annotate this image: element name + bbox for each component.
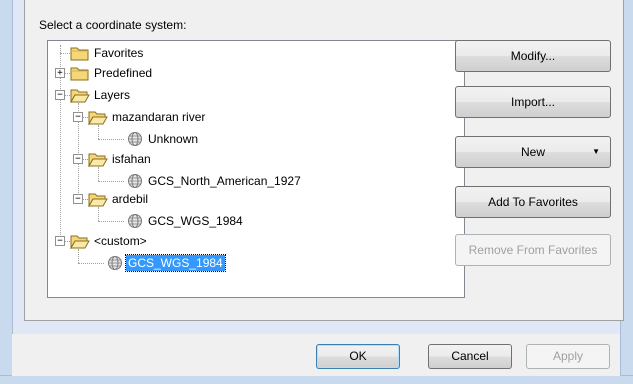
remove-from-favorites-label: Remove From Favorites — [468, 243, 598, 257]
dropdown-arrow-icon: ▼ — [592, 147, 600, 156]
tree-line — [98, 207, 99, 221]
open-folder-icon — [70, 89, 90, 103]
cancel-button[interactable]: Cancel — [428, 344, 512, 369]
collapse-toggle-icon[interactable]: − — [55, 90, 65, 100]
tree-item-mazandaran-river[interactable]: mazandaran river — [112, 109, 205, 125]
open-folder-icon — [88, 193, 108, 207]
open-folder-icon — [70, 235, 90, 249]
globe-icon — [108, 256, 122, 270]
tree-item-layers[interactable]: Layers — [94, 87, 130, 103]
coordinate-system-panel: Select a coordinate system: Favorites + — [24, 0, 624, 321]
tree-line — [78, 263, 104, 264]
modify-button-label: Modify... — [510, 49, 556, 63]
window-frame-left — [0, 0, 13, 384]
tree-line — [98, 125, 99, 139]
tree-item-unknown[interactable]: Unknown — [148, 131, 198, 147]
folder-icon — [70, 67, 89, 81]
coordinate-system-tree[interactable]: Favorites + Predefined − Layers − mazand… — [47, 40, 465, 298]
globe-icon — [128, 214, 142, 228]
collapse-toggle-icon[interactable]: − — [73, 154, 83, 164]
remove-from-favorites-button[interactable]: Remove From Favorites — [455, 234, 611, 266]
collapse-toggle-icon[interactable]: − — [73, 112, 83, 122]
modify-button[interactable]: Modify... — [455, 40, 611, 72]
tree-item-custom[interactable]: <custom> — [94, 233, 147, 249]
tree-item-gcs-wgs-1984[interactable]: GCS_WGS_1984 — [148, 213, 243, 229]
add-to-favorites-button[interactable]: Add To Favorites — [455, 186, 611, 218]
ok-button[interactable]: OK — [316, 344, 400, 369]
collapse-toggle-icon[interactable]: − — [73, 194, 83, 204]
globe-icon — [128, 132, 142, 146]
tree-item-favorites[interactable]: Favorites — [94, 45, 143, 61]
folder-icon — [70, 47, 89, 61]
tree-item-isfahan[interactable]: isfahan — [112, 151, 151, 167]
open-folder-icon — [88, 111, 108, 125]
tree-item-ardebil[interactable]: ardebil — [112, 191, 148, 207]
collapse-toggle-icon[interactable]: − — [55, 236, 65, 246]
add-to-favorites-label: Add To Favorites — [488, 195, 578, 209]
open-folder-icon — [88, 153, 108, 167]
tree-item-custom-gcs-wgs-1984-selected[interactable]: GCS_WGS_1984 — [125, 254, 226, 272]
new-button-label: New — [520, 145, 545, 159]
window-frame-bottom — [0, 375, 633, 384]
cancel-button-label: Cancel — [451, 349, 489, 363]
tree-line — [98, 221, 124, 222]
tree-line — [98, 139, 124, 140]
tree-item-predefined[interactable]: Predefined — [94, 65, 152, 81]
import-button-label: Import... — [510, 95, 555, 109]
tree-item-gcs-north-american-1927[interactable]: GCS_North_American_1927 — [148, 173, 301, 189]
tree-line — [98, 181, 124, 182]
globe-icon — [128, 174, 142, 188]
tree-line — [98, 167, 99, 181]
apply-button-label: Apply — [552, 349, 584, 363]
dialog-footer: OK Cancel Apply — [12, 334, 620, 376]
prompt-label: Select a coordinate system: — [39, 18, 187, 32]
expand-toggle-icon[interactable]: + — [55, 68, 65, 78]
tree-line — [60, 53, 70, 54]
ok-button-label: OK — [349, 349, 367, 363]
import-button[interactable]: Import... — [455, 86, 611, 118]
apply-button[interactable]: Apply — [526, 344, 610, 369]
tree-line — [78, 249, 79, 263]
new-dropdown-button[interactable]: New ▼ — [455, 136, 611, 168]
